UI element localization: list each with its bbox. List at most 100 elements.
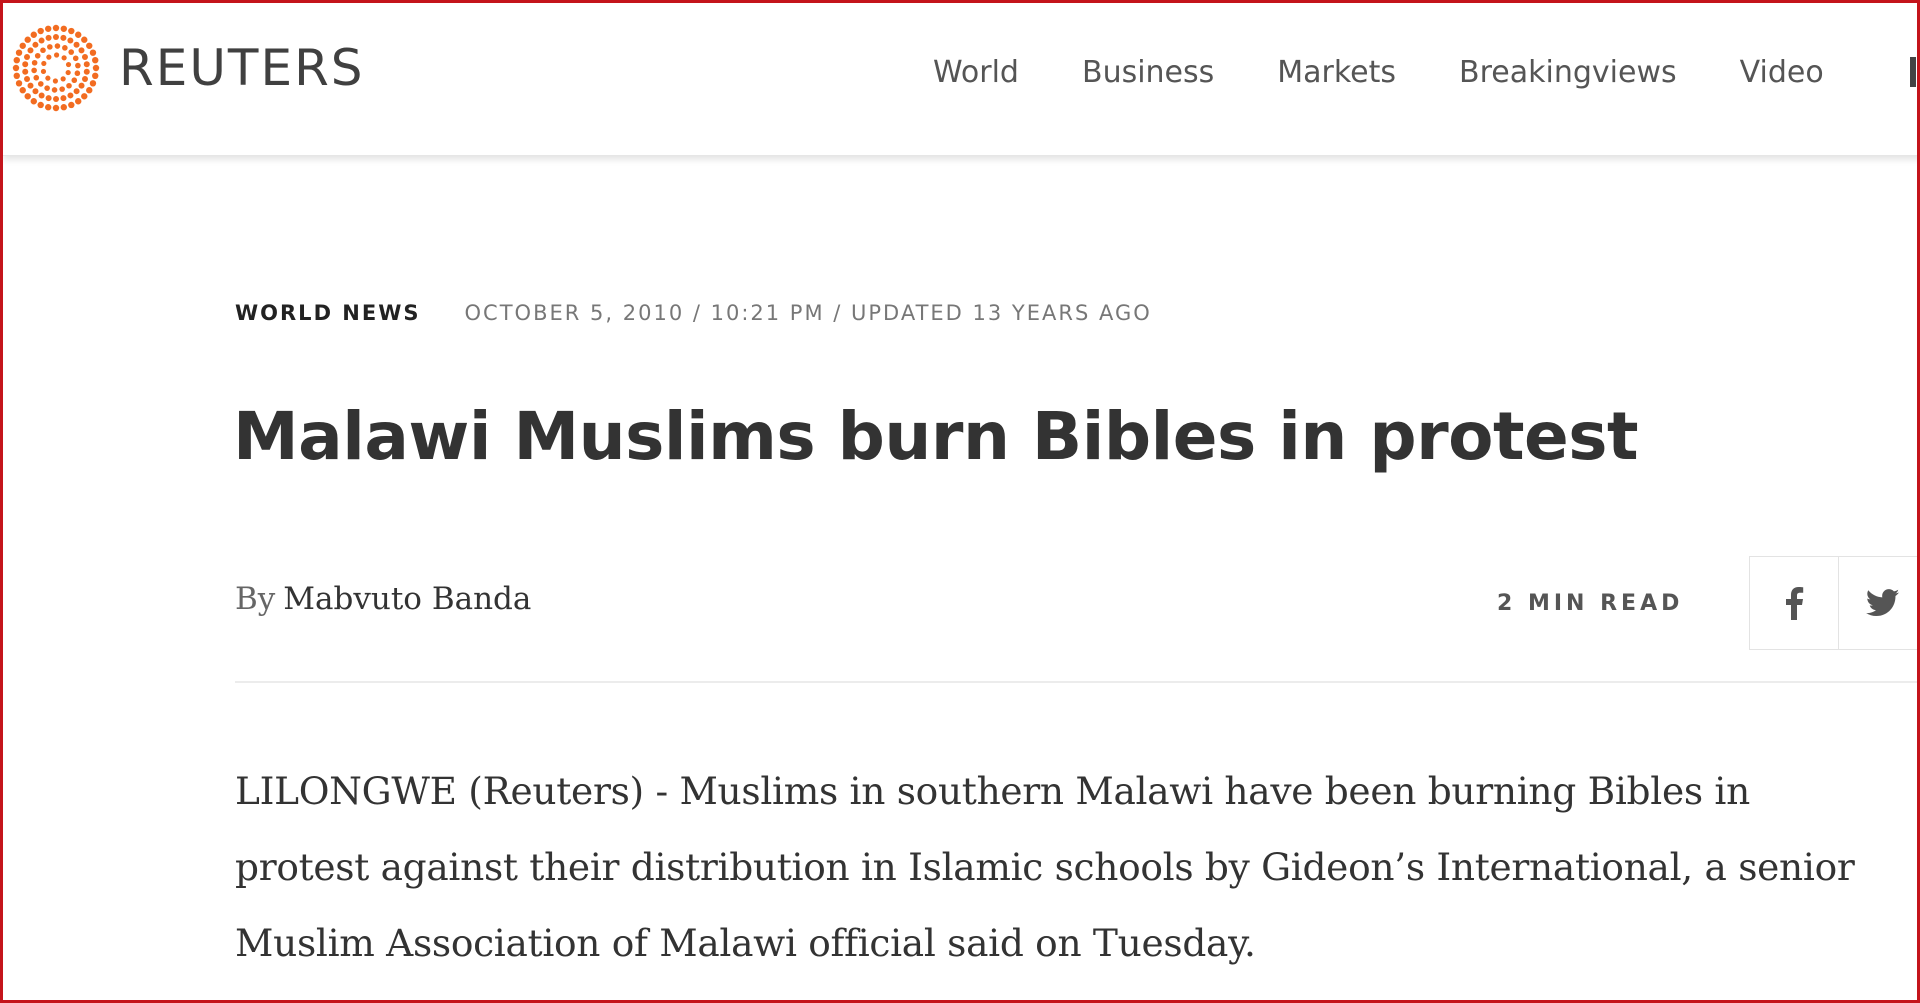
twitter-icon (1866, 589, 1900, 617)
logo-dot (32, 88, 39, 95)
byline: By Mabvuto Banda (235, 581, 531, 617)
logo-dot (13, 72, 20, 79)
logo-dot (15, 49, 23, 56)
logo-dot (71, 77, 78, 84)
logo-dot (83, 61, 90, 68)
logo-dot (40, 68, 47, 75)
logo-dot (31, 59, 38, 66)
logo-dot (81, 53, 88, 60)
logo-dot (52, 24, 60, 32)
article-meta: WORLD NEWS OCTOBER 5, 2010 / 10:21 PM / … (235, 301, 1152, 325)
facebook-icon (1786, 587, 1804, 620)
logo-dot (86, 87, 93, 94)
logo-dot (62, 45, 68, 51)
twitter-share-button[interactable] (1839, 557, 1917, 649)
logo-dot (30, 31, 37, 38)
logo-dot (24, 76, 31, 83)
logo-dot (40, 47, 46, 54)
logo-dot (51, 87, 58, 93)
logo-dot (37, 101, 44, 109)
logo-dot (81, 75, 88, 82)
nav-item-markets[interactable]: Markets (1277, 51, 1396, 95)
share-bar (1749, 556, 1917, 650)
logo-dot (24, 36, 31, 43)
logo-dot (22, 68, 29, 75)
logo-dot (81, 36, 88, 43)
logo-dot (60, 34, 67, 41)
logo-wordmark: REUTERS (119, 39, 365, 97)
logo-dot (34, 52, 41, 59)
logo-dot (30, 98, 37, 105)
logo-dot (75, 31, 82, 38)
logo-dot (19, 42, 26, 49)
logo-dot (31, 67, 37, 74)
logo-dot (24, 54, 31, 61)
site-header: REUTERS World Business Markets Breakingv… (3, 3, 1917, 156)
author-name[interactable]: Mabvuto Banda (283, 581, 531, 617)
logo-dot (52, 78, 59, 84)
logo-dot (54, 43, 61, 49)
nav-item-breakingviews[interactable]: Breakingviews (1459, 51, 1677, 95)
logo-dot (47, 44, 53, 50)
article-body: LILONGWE (Reuters) - Muslims in southern… (235, 753, 1915, 981)
logo-dot (13, 57, 20, 64)
logo-dot (92, 64, 100, 72)
logo-dot (89, 80, 97, 87)
logo-dot (44, 85, 50, 91)
logo-dot (75, 62, 81, 69)
logo-dot (33, 74, 40, 81)
logo-dot (73, 41, 80, 48)
nav-item-world[interactable]: World (933, 51, 1019, 95)
page-frame: REUTERS World Business Markets Breakingv… (0, 0, 1920, 1003)
logo-dot (61, 55, 67, 61)
logo-dot (52, 34, 59, 40)
logo-dot (45, 34, 52, 41)
logo-dot (83, 68, 90, 75)
facebook-share-button[interactable] (1750, 557, 1839, 649)
logo-dot (15, 80, 23, 87)
article-dateline: OCTOBER 5, 2010 / 10:21 PM / UPDATED 13 … (464, 301, 1152, 325)
logo-dot (37, 81, 44, 87)
nav-item-truncated[interactable] (1910, 57, 1916, 87)
body-line: Muslim Association of Malawi official sa… (235, 921, 1256, 965)
logo-dot (19, 87, 26, 94)
nav-item-business[interactable]: Business (1082, 51, 1214, 95)
logo-dot (68, 49, 75, 55)
logo-dot (46, 54, 52, 60)
logo-dot (54, 52, 60, 58)
logo-dot (60, 76, 66, 82)
reuters-logo[interactable]: REUTERS (11, 23, 365, 113)
logo-dot (60, 104, 67, 111)
logo-dot (45, 104, 52, 111)
logo-dot (27, 82, 34, 89)
logo-dot (38, 37, 45, 44)
logo-dot (72, 55, 79, 62)
nav-item-video[interactable]: Video (1740, 51, 1824, 95)
logo-dot (22, 61, 29, 68)
logo-dot (78, 82, 85, 89)
logo-dot (12, 64, 20, 72)
body-line: LILONGWE (Reuters) - Muslims in southern… (235, 769, 1750, 813)
logo-dot (60, 25, 67, 32)
logo-dot (68, 101, 75, 109)
section-label[interactable]: WORLD NEWS (235, 301, 421, 325)
logo-dot (32, 41, 39, 48)
logo-dot (67, 37, 74, 44)
logo-dot (81, 93, 88, 100)
read-time: 2 MIN READ (1497, 591, 1684, 616)
reuters-logo-icon (12, 24, 100, 112)
logo-dot (60, 95, 67, 102)
logo-dot (74, 70, 81, 77)
logo-dot (86, 42, 93, 49)
article-divider (235, 681, 1917, 683)
logo-dot (89, 49, 97, 56)
byline-prefix: By (235, 581, 276, 617)
logo-dot (45, 95, 52, 102)
logo-dot (27, 47, 34, 54)
logo-dot (67, 92, 74, 99)
main-nav: World Business Markets Breakingviews Vid… (933, 51, 1887, 95)
logo-dot (66, 82, 72, 89)
logo-dot (68, 27, 75, 35)
logo-dot (41, 60, 47, 67)
logo-dot (73, 88, 80, 95)
